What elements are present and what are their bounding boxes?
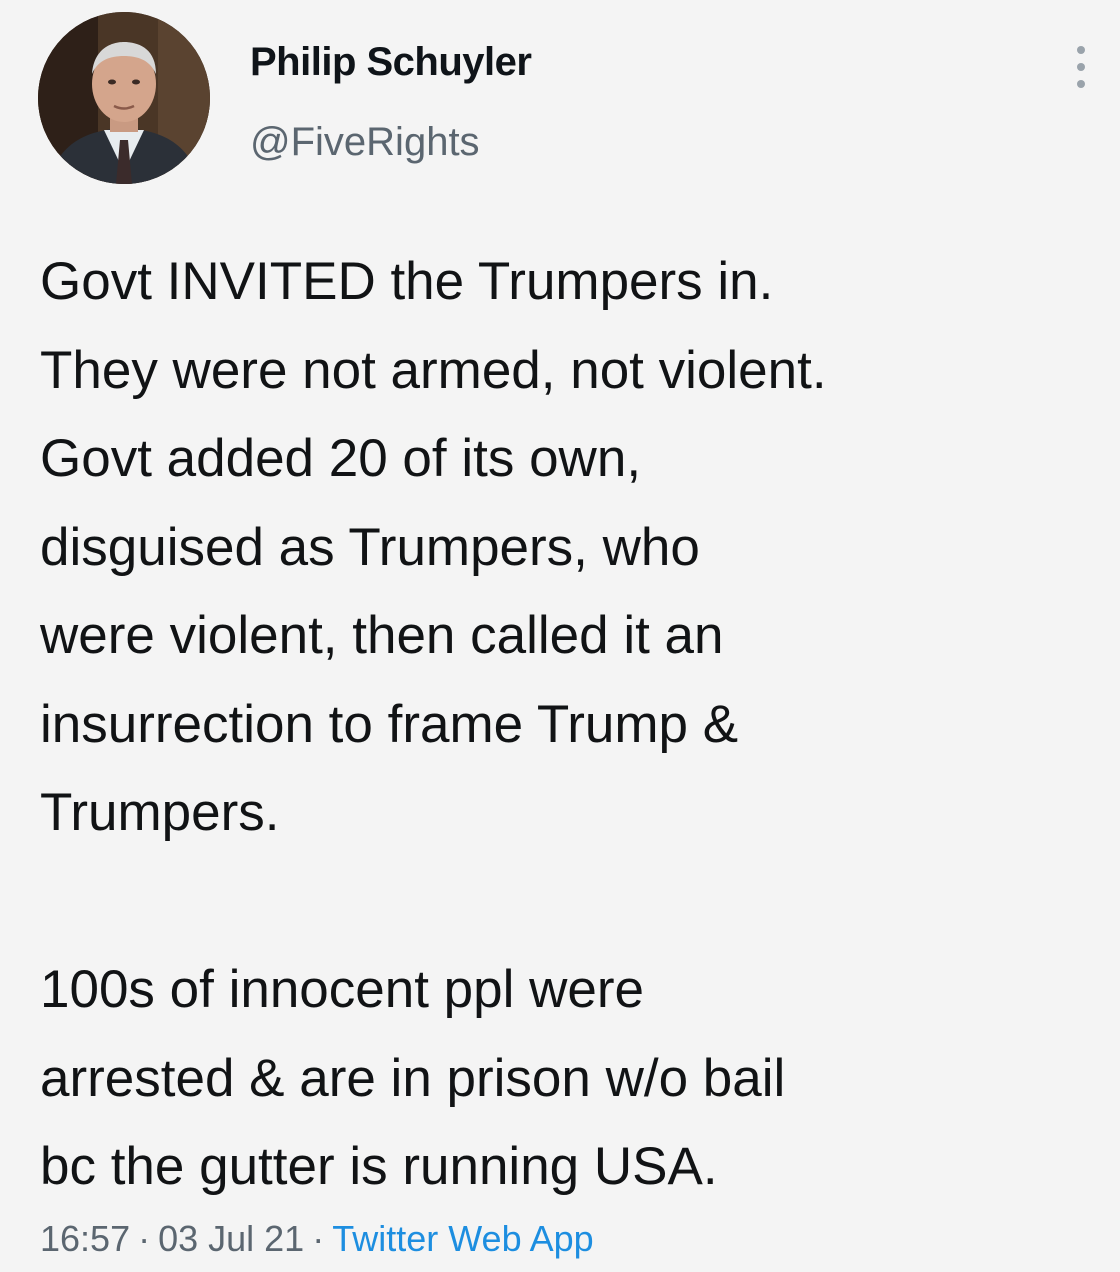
- tweet-line: insurrection to frame Trump &: [40, 694, 739, 754]
- tweet-line: disguised as Trumpers, who: [40, 517, 700, 577]
- tweet-text: Govt INVITED the Trumpers in. They were n…: [40, 238, 1100, 1212]
- user-handle[interactable]: @FiveRights: [250, 120, 480, 165]
- tweet-meta: 16:57 · 03 Jul 21 · Twitter Web App: [40, 1218, 594, 1260]
- tweet-line: Trumpers.: [40, 783, 280, 842]
- meta-separator: ·: [138, 1218, 151, 1259]
- tweet-line: 100s of innocent ppl were: [40, 960, 645, 1019]
- more-vertical-icon[interactable]: [1066, 42, 1096, 92]
- tweet-time[interactable]: 16:57: [40, 1218, 130, 1259]
- tweet-line: Govt added 20 of its own,: [40, 429, 642, 488]
- avatar[interactable]: [38, 12, 210, 184]
- display-name[interactable]: Philip Schuyler: [250, 40, 532, 85]
- tweet-line: arrested & are in prison w/o bail: [40, 1048, 786, 1108]
- meta-separator: ·: [312, 1218, 325, 1259]
- tweet-line: bc the gutter is running USA.: [40, 1137, 718, 1196]
- profile-photo: [38, 12, 210, 184]
- tweet-line: were violent, then called it an: [40, 606, 724, 665]
- source-link[interactable]: Twitter Web App: [332, 1218, 593, 1259]
- tweet-line: They were not armed, not violent.: [40, 340, 827, 400]
- tweet-line: Govt INVITED the Trumpers in.: [40, 252, 774, 311]
- tweet-date[interactable]: 03 Jul 21: [158, 1218, 304, 1259]
- tweet-card: Philip Schuyler @FiveRights Govt INVITED…: [0, 0, 1120, 1272]
